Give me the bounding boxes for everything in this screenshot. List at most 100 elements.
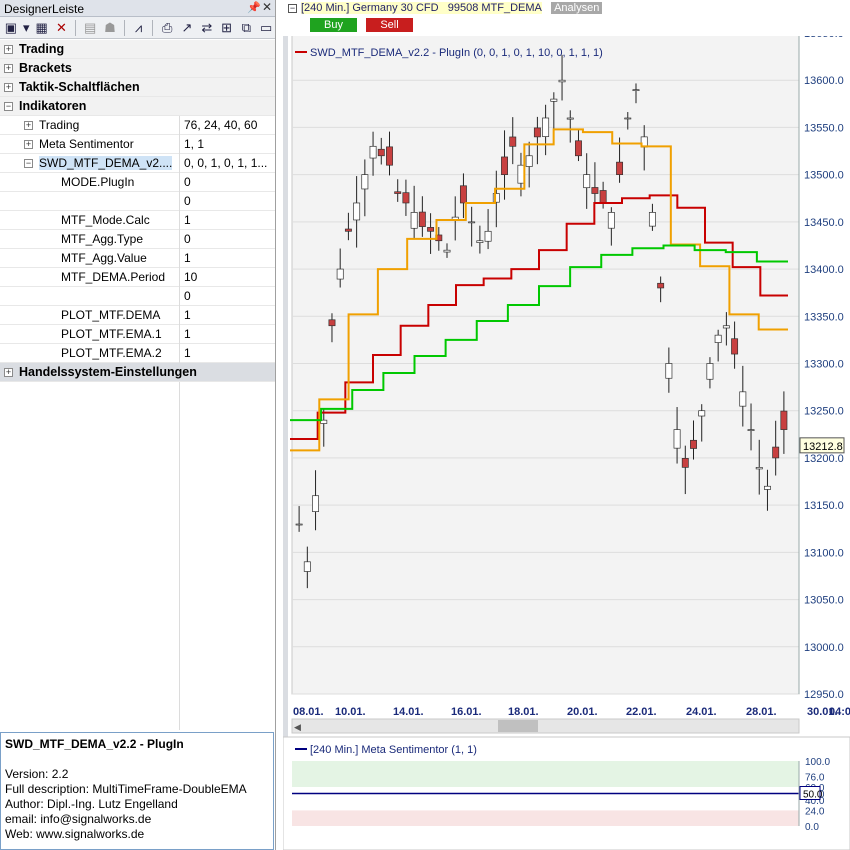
category-indikatoren[interactable]: − Indikatoren <box>0 97 275 116</box>
y-tick-label: 13300.0 <box>804 359 844 371</box>
tree-row[interactable]: MODE.PlugIn 0 <box>0 172 275 192</box>
y-tick-label: 13100.0 <box>804 547 844 559</box>
collapse-icon[interactable]: − <box>4 101 13 111</box>
category-label: Handelssystem-Einstellungen <box>19 365 197 379</box>
category-label: Trading <box>19 42 65 56</box>
description-web: Web: www.signalworks.de <box>5 827 145 841</box>
property-value[interactable]: 1 <box>180 308 275 322</box>
pages-icon[interactable]: ⧉ <box>237 19 255 37</box>
candle-body <box>542 117 550 137</box>
candle-body <box>714 334 722 343</box>
interval-label: [240 Min.] <box>301 2 350 14</box>
scrollbar-thumb[interactable] <box>498 720 538 732</box>
tree-row[interactable]: MTF_Agg.Type 0 <box>0 229 275 249</box>
property-label: PLOT_MTF.EMA.1 <box>61 327 162 341</box>
property-value[interactable]: 10 <box>180 270 275 284</box>
layout-icon[interactable]: ▣ <box>2 19 20 37</box>
close-icon[interactable]: ✕ <box>262 0 272 14</box>
panel-titlebar: DesignerLeiste 📌 ✕ <box>0 0 275 17</box>
category-brackets[interactable]: + Brackets <box>0 59 275 78</box>
candle-body <box>747 429 755 431</box>
buy-button[interactable]: Buy <box>310 18 357 32</box>
x-tick-label: 22.01. <box>626 706 657 718</box>
analysen-button[interactable]: Analysen <box>551 2 603 14</box>
candle-body <box>443 249 451 253</box>
candle-body <box>607 212 615 229</box>
window-icon[interactable]: ▭ <box>257 19 275 37</box>
property-value[interactable]: 0 <box>180 232 275 246</box>
tree-row[interactable]: PLOT_MTF.EMA.2 1 <box>0 343 275 363</box>
sell-button[interactable]: Sell <box>366 18 413 32</box>
candle-body <box>312 495 319 512</box>
candle-body <box>657 282 665 289</box>
candle-body <box>328 319 336 327</box>
tree-row[interactable]: PLOT_MTF.DEMA 1 <box>0 305 275 325</box>
trend-icon[interactable]: ↗ <box>178 19 196 37</box>
candle-body <box>558 79 566 83</box>
pin-icon[interactable]: 📌 <box>247 1 261 14</box>
candle-body <box>517 164 525 184</box>
user-icon[interactable]: ☗ <box>101 19 119 37</box>
expand-icon[interactable]: + <box>4 367 13 377</box>
category-handelssystem[interactable]: + Handelssystem-Einstellungen <box>0 363 275 382</box>
lower-zone <box>292 810 799 826</box>
candle-body <box>353 202 361 221</box>
chart-svg[interactable]: 12950.0 13000.0 13050.0 13100.0 13150.0 13200… <box>283 0 850 850</box>
tree-row[interactable]: PLOT_MTF.EMA.1 1 <box>0 324 275 344</box>
candle-body <box>377 148 385 157</box>
property-value[interactable]: 1 <box>180 213 275 227</box>
tree-row[interactable]: 0 <box>0 191 275 211</box>
candle-body <box>772 446 780 459</box>
expand-icon[interactable]: + <box>24 120 33 130</box>
property-value[interactable]: 1 <box>180 251 275 265</box>
table-icon[interactable]: ⊞ <box>218 19 236 37</box>
dropdown-icon[interactable]: ▾ <box>22 19 31 37</box>
scrollbar-track[interactable] <box>291 718 800 734</box>
property-value[interactable]: 1, 1 <box>180 137 275 151</box>
property-value[interactable]: 76, 24, 40, 60 <box>180 118 275 132</box>
exchange-icon[interactable]: ⇄ <box>198 19 216 37</box>
y-tick-label: 13550.0 <box>804 122 844 134</box>
tree-row[interactable]: + Trading 76, 24, 40, 60 <box>0 115 275 135</box>
property-label: PLOT_MTF.EMA.2 <box>61 346 162 360</box>
property-label: Meta Sentimentor <box>39 137 134 151</box>
candle-body <box>533 127 541 138</box>
property-value[interactable]: 0 <box>180 175 275 189</box>
tree-row[interactable]: MTF_Mode.Calc 1 <box>0 210 275 230</box>
toolbar-separator <box>75 19 77 36</box>
delete-icon[interactable]: ✕ <box>53 19 71 37</box>
tree-row[interactable]: − SWD_MTF_DEMA_v2.... 0, 0, 1, 0, 1, 1... <box>0 153 275 173</box>
last-price-label: 13212.8 <box>803 441 843 453</box>
tree-row[interactable]: MTF_Agg.Value 1 <box>0 248 275 268</box>
tree-row[interactable]: 0 <box>0 286 275 306</box>
expand-icon[interactable]: + <box>4 63 13 73</box>
property-value[interactable]: 0, 0, 1, 0, 1, 1... <box>180 156 275 170</box>
candle-body <box>616 161 624 175</box>
property-label: MTF_Mode.Calc <box>61 213 150 227</box>
expand-icon[interactable]: + <box>4 44 13 54</box>
x-tick-label: 28.01. <box>746 706 777 718</box>
expand-icon[interactable]: + <box>24 139 33 149</box>
property-value[interactable]: 1 <box>180 346 275 360</box>
category-taktik[interactable]: + Taktik-Schaltflächen <box>0 78 275 97</box>
candle-body <box>484 230 492 242</box>
property-label: Trading <box>39 118 80 132</box>
print-icon[interactable]: ⎙ <box>158 19 176 37</box>
candle-body <box>427 227 435 232</box>
category-trading[interactable]: + Trading <box>0 40 275 59</box>
expand-icon[interactable]: + <box>4 82 13 92</box>
property-value[interactable]: 0 <box>180 289 275 303</box>
chart-line-icon[interactable]: ⩘ <box>130 19 148 37</box>
tree-row[interactable]: MTF_DEMA.Period 10 <box>0 267 275 287</box>
collapse-icon[interactable]: − <box>288 4 297 13</box>
candle-body <box>624 117 632 120</box>
candle-body <box>739 391 747 407</box>
doc-icon[interactable]: ▤ <box>81 19 99 37</box>
property-value[interactable]: 1 <box>180 327 275 341</box>
tree-row[interactable]: + Meta Sentimentor 1, 1 <box>0 134 275 154</box>
toolbar-separator <box>123 19 125 36</box>
property-label: MODE.PlugIn <box>61 175 135 189</box>
grid-icon[interactable]: ▦ <box>33 19 51 37</box>
collapse-icon[interactable]: − <box>24 158 33 168</box>
property-value[interactable]: 0 <box>180 194 275 208</box>
